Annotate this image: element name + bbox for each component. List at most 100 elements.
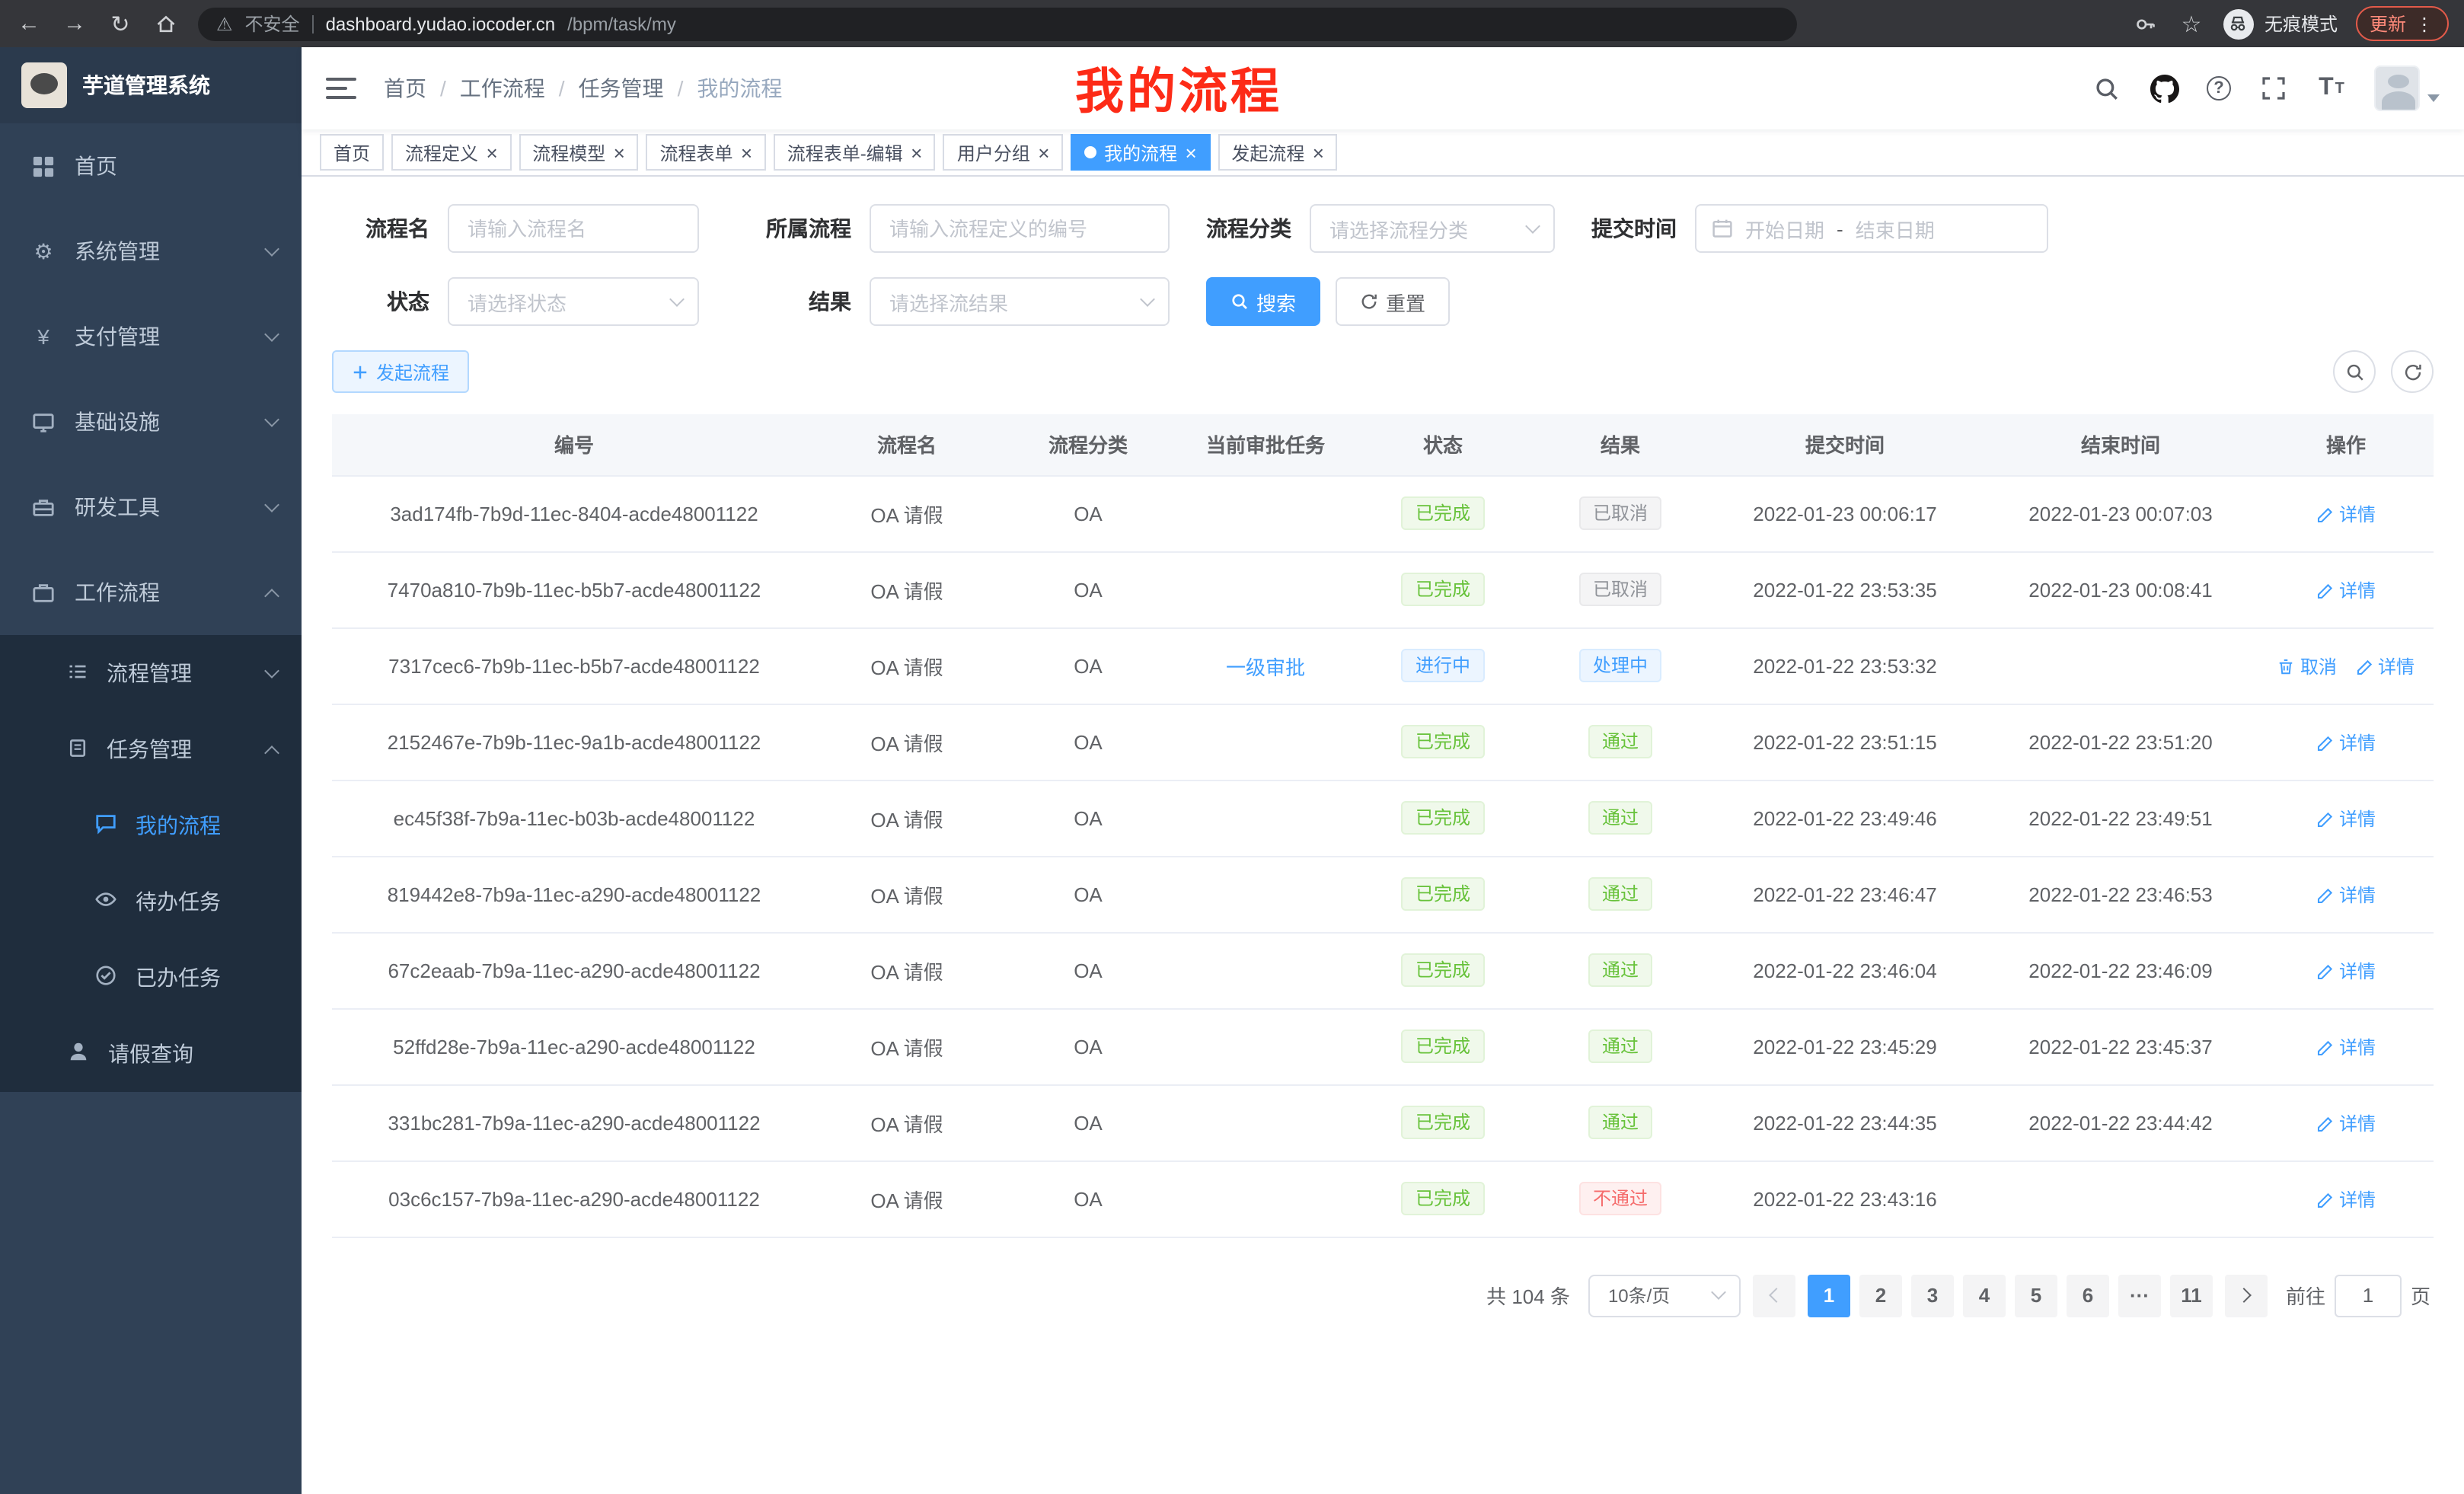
cell-end-time: 2022-01-22 23:49:51 [1983, 780, 2258, 856]
breadcrumb-task-mgmt[interactable]: 任务管理 [579, 73, 664, 104]
tab-2[interactable]: 流程模型× [519, 134, 638, 171]
tab-5[interactable]: 用户分组× [943, 134, 1063, 171]
user-menu[interactable] [2374, 65, 2440, 111]
font-size-icon[interactable] [2316, 73, 2347, 104]
incognito-icon [2223, 8, 2254, 39]
reload-button[interactable]: ↻ [107, 10, 134, 37]
help-icon[interactable] [2207, 76, 2231, 101]
sidebar-item-workflow[interactable]: 工作流程 [0, 550, 302, 635]
close-icon[interactable]: × [911, 142, 922, 162]
detail-link[interactable]: 详情 [2316, 576, 2376, 602]
cell-current-task[interactable]: 一级审批 [1179, 627, 1352, 704]
detail-link[interactable]: 详情 [2316, 500, 2376, 526]
cell-submit-time: 2022-01-22 23:44:35 [1707, 1084, 1983, 1160]
page-button-1[interactable]: 1 [1808, 1274, 1850, 1317]
sidebar-item-home[interactable]: 首页 [0, 123, 302, 209]
sidebar-item-payment[interactable]: ¥ 支付管理 [0, 294, 302, 379]
page-button-4[interactable]: 4 [1963, 1274, 2006, 1317]
category-select[interactable]: 请选择流程分类 [1310, 204, 1555, 253]
close-icon[interactable]: × [1312, 142, 1323, 162]
detail-link[interactable]: 详情 [2316, 881, 2376, 907]
bookmark-star-icon[interactable]: ☆ [2178, 10, 2205, 37]
cell-current-task [1179, 1160, 1352, 1237]
detail-link[interactable]: 详情 [2316, 957, 2376, 983]
page-button-6[interactable]: 6 [2067, 1274, 2109, 1317]
tab-7[interactable]: 发起流程× [1218, 134, 1337, 171]
search-icon [1230, 292, 1249, 311]
cell-status: 已完成 [1352, 704, 1534, 780]
key-icon[interactable] [2132, 11, 2159, 37]
avatar[interactable] [2374, 65, 2420, 111]
home-button[interactable] [152, 11, 180, 37]
process-name-input[interactable] [448, 204, 699, 253]
table-row: 7470a810-7b9b-11ec-b5b7-acde48001122OA 请… [332, 551, 2434, 627]
page-button-11[interactable]: 11 [2170, 1274, 2213, 1317]
reset-button[interactable]: 重置 [1336, 277, 1450, 326]
submit-time-range-picker[interactable]: 开始日期 - 结束日期 [1695, 204, 2048, 253]
sidebar-item-process-management[interactable]: 流程管理 [0, 635, 302, 711]
next-page-button[interactable] [2225, 1274, 2268, 1317]
app-logo[interactable]: 芋道管理系统 [0, 47, 302, 123]
cell-end-time: 2022-01-22 23:51:20 [1983, 704, 2258, 780]
cancel-link[interactable]: 取消 [2277, 653, 2337, 678]
sidebar-item-leave-query[interactable]: 请假查询 [0, 1016, 302, 1092]
page-button-2[interactable]: 2 [1859, 1274, 1902, 1317]
close-icon[interactable]: × [613, 142, 624, 162]
page-button-5[interactable]: 5 [2015, 1274, 2057, 1317]
tab-0[interactable]: 首页 [320, 134, 384, 171]
browser-window: ← → ↻ ⚠ 不安全 dashboard.yudao.iocoder.cn/b… [0, 0, 2464, 1494]
close-icon[interactable]: × [1185, 142, 1196, 162]
detail-link[interactable]: 详情 [2316, 1186, 2376, 1211]
sidebar-item-my-process[interactable]: 我的流程 [0, 787, 302, 864]
detail-link[interactable]: 详情 [2316, 729, 2376, 755]
page-button-3[interactable]: 3 [1911, 1274, 1954, 1317]
page-size-select[interactable]: 10条/页 [1588, 1274, 1741, 1317]
goto-page-input[interactable] [2335, 1274, 2402, 1317]
cell-process-name: OA 请假 [816, 932, 997, 1008]
start-process-button[interactable]: 发起流程 [332, 350, 469, 393]
detail-link[interactable]: 详情 [2316, 805, 2376, 831]
back-button[interactable]: ← [15, 11, 43, 37]
sidebar-item-task-management[interactable]: 任务管理 [0, 711, 302, 787]
refresh-table-icon[interactable] [2391, 350, 2434, 393]
detail-link[interactable]: 详情 [2316, 1033, 2376, 1059]
current-task-link[interactable]: 一级审批 [1226, 656, 1305, 678]
hamburger-icon[interactable] [326, 73, 356, 104]
owner-process-input[interactable] [870, 204, 1170, 253]
tab-1[interactable]: 流程定义× [391, 134, 511, 171]
sidebar-item-done-tasks[interactable]: 已办任务 [0, 940, 302, 1016]
chevron-down-icon [2427, 94, 2440, 101]
status-select[interactable]: 请选择状态 [448, 277, 699, 326]
result-select[interactable]: 请选择流结果 [870, 277, 1170, 326]
calendar-icon [1712, 218, 1733, 239]
detail-link[interactable]: 详情 [2316, 1109, 2376, 1135]
tab-4[interactable]: 流程表单-编辑× [774, 134, 936, 171]
sidebar-item-devtools[interactable]: 研发工具 [0, 464, 302, 550]
breadcrumb-workflow[interactable]: 工作流程 [460, 73, 545, 104]
sidebar-item-system[interactable]: ⚙ 系统管理 [0, 209, 302, 294]
close-icon[interactable]: × [1038, 142, 1049, 162]
address-bar[interactable]: ⚠ 不安全 dashboard.yudao.iocoder.cn/bpm/tas… [198, 7, 1797, 40]
close-icon[interactable]: × [741, 142, 752, 162]
toggle-search-icon[interactable] [2333, 350, 2376, 393]
fullscreen-icon[interactable] [2258, 73, 2289, 104]
result-tag: 通过 [1588, 725, 1652, 758]
search-icon[interactable] [2091, 73, 2121, 104]
close-icon[interactable]: × [486, 142, 497, 162]
more-pages-button[interactable]: ··· [2118, 1274, 2161, 1317]
sidebar-item-infrastructure[interactable]: 基础设施 [0, 379, 302, 464]
github-icon[interactable] [2149, 73, 2179, 104]
browser-update-button[interactable]: 更新 ⋮ [2356, 6, 2449, 41]
cell-result: 处理中 [1534, 627, 1707, 704]
tab-6[interactable]: 我的流程× [1071, 134, 1210, 171]
cell-status: 已完成 [1352, 1008, 1534, 1084]
detail-link[interactable]: 详情 [2355, 653, 2415, 678]
breadcrumb-home[interactable]: 首页 [384, 73, 426, 104]
search-button[interactable]: 搜索 [1206, 277, 1320, 326]
tab-3[interactable]: 流程表单× [646, 134, 765, 171]
sidebar-item-todo-tasks[interactable]: 待办任务 [0, 864, 302, 940]
prev-page-button[interactable] [1753, 1274, 1795, 1317]
forward-button[interactable]: → [61, 11, 88, 37]
browser-menu-icon[interactable]: ⋮ [2415, 13, 2435, 34]
active-tab-dot [1084, 146, 1096, 158]
